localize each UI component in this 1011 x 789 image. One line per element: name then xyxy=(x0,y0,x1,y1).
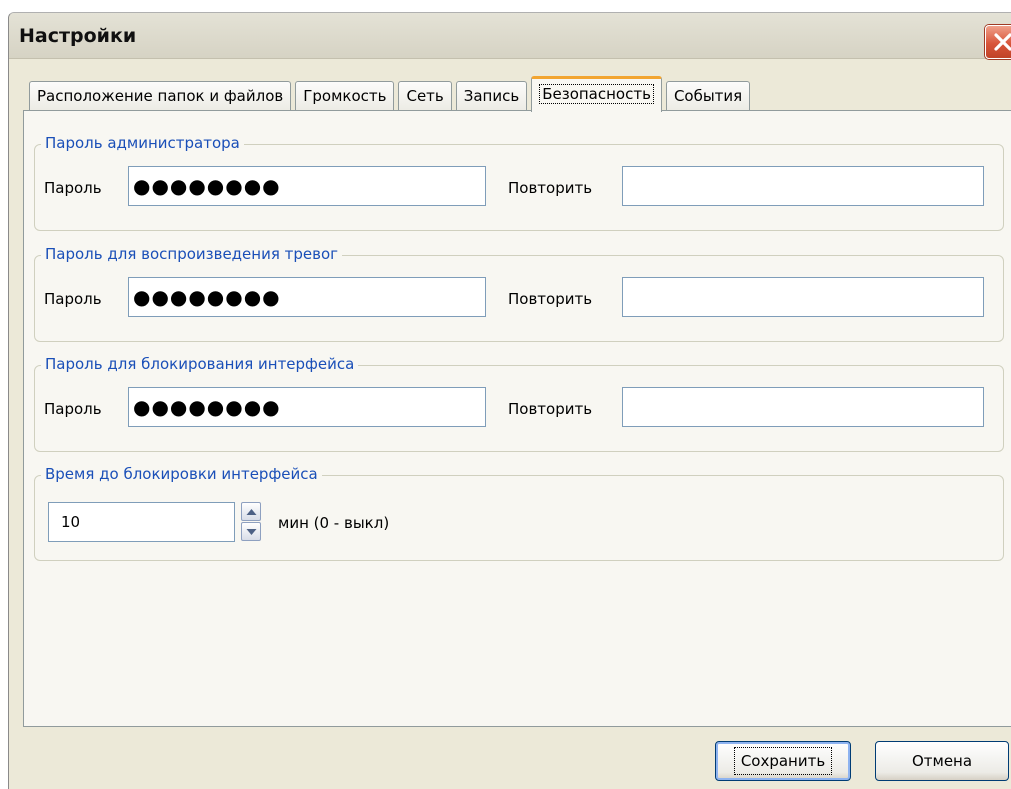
save-button-label: Сохранить xyxy=(733,747,833,775)
interface-lock-time-group: Время до блокировки интерфейса 10 мин (0… xyxy=(34,465,1004,561)
title-bar[interactable]: Настройки xyxy=(9,13,1011,59)
security-tab-panel: Пароль администратора Пароль ●●●●●●●● По… xyxy=(23,110,1011,727)
tab-strip: Расположение папок и файлов Громкость Се… xyxy=(29,75,754,112)
repeat-label: Повторить xyxy=(508,400,593,418)
repeat-label: Повторить xyxy=(508,290,593,308)
alarm-password-input[interactable]: ●●●●●●●● xyxy=(128,277,486,317)
group-title: Пароль для воспроизведения тревог xyxy=(41,245,343,263)
alarm-password-repeat-input[interactable] xyxy=(622,277,984,317)
group-title: Пароль для блокирования интерфейса xyxy=(41,355,359,373)
admin-password-repeat-input[interactable] xyxy=(622,166,984,206)
tab-security-label: Безопасность xyxy=(539,84,654,104)
group-title: Время до блокировки интерфейса xyxy=(41,465,322,483)
settings-dialog: Настройки Расположение папок и файлов Гр… xyxy=(8,12,1011,789)
password-label: Пароль xyxy=(44,290,102,308)
save-button[interactable]: Сохранить xyxy=(715,741,851,781)
admin-password-input[interactable]: ●●●●●●●● xyxy=(128,166,486,206)
chevron-down-icon xyxy=(246,529,257,535)
tab-network[interactable]: Сеть xyxy=(398,81,452,111)
tab-volume[interactable]: Громкость xyxy=(295,81,395,111)
spin-up-button[interactable] xyxy=(241,502,261,521)
tab-recording[interactable]: Запись xyxy=(455,81,528,111)
group-title: Пароль администратора xyxy=(41,134,244,152)
tab-security[interactable]: Безопасность xyxy=(531,76,662,112)
password-label: Пароль xyxy=(44,179,102,197)
lock-time-input[interactable]: 10 xyxy=(48,502,235,542)
cancel-button[interactable]: Отмена xyxy=(875,741,1009,781)
chevron-up-icon xyxy=(246,509,257,515)
tab-folders-files[interactable]: Расположение папок и файлов xyxy=(29,81,292,111)
interface-password-input[interactable]: ●●●●●●●● xyxy=(128,387,486,427)
lock-time-unit-label: мин (0 - выкл) xyxy=(278,514,390,532)
close-button[interactable] xyxy=(985,25,1011,59)
window-title: Настройки xyxy=(19,25,137,47)
close-icon xyxy=(994,33,1011,51)
repeat-label: Повторить xyxy=(508,179,593,197)
tab-events[interactable]: События xyxy=(665,81,751,111)
interface-lock-password-group: Пароль для блокирования интерфейса Парол… xyxy=(34,355,1004,452)
cancel-button-label: Отмена xyxy=(911,752,973,770)
password-label: Пароль xyxy=(44,400,102,418)
admin-password-group: Пароль администратора Пароль ●●●●●●●● По… xyxy=(34,134,1004,231)
interface-password-repeat-input[interactable] xyxy=(622,387,984,427)
alarm-playback-password-group: Пароль для воспроизведения тревог Пароль… xyxy=(34,245,1004,342)
spin-down-button[interactable] xyxy=(241,522,261,541)
